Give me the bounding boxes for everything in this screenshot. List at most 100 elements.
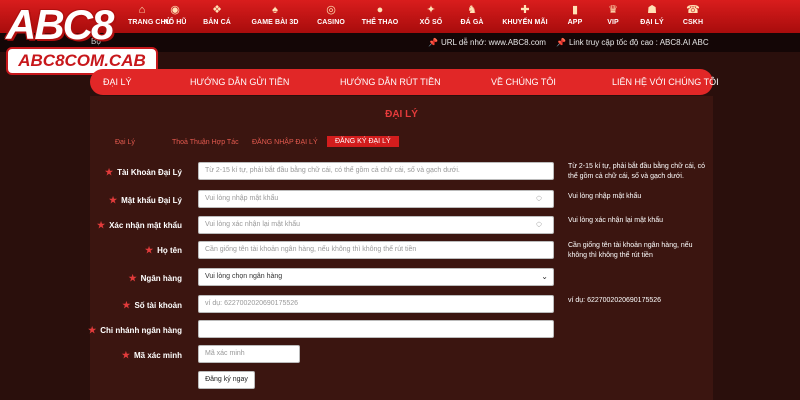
url-note: 📌 URL dễ nhớ: www.ABC8.com bbox=[428, 38, 546, 47]
home-icon: ⌂ bbox=[138, 4, 146, 16]
nav-label: TRANG CHỦ bbox=[128, 19, 171, 26]
password-placeholder: Vui lòng nhập mật khẩu bbox=[205, 195, 279, 202]
slot-icon: ◉ bbox=[170, 4, 180, 16]
nav-label: VIP bbox=[607, 19, 619, 26]
field-label-text: Tài Khoản Đại Lý bbox=[117, 168, 182, 177]
account-number-input[interactable]: ví dụ: 6227002020690175526 bbox=[198, 295, 554, 313]
pin-icon: 📌 bbox=[428, 38, 438, 47]
field-label-account-number: ★ Số tài khoản bbox=[122, 300, 182, 311]
nav-item-cskh[interactable]: ☎ CSKH bbox=[680, 3, 706, 31]
tab-ve-chung-toi[interactable]: VỀ CHÚNG TÔI bbox=[491, 77, 556, 87]
full-name-hint: Cần giống tên tài khoản ngân hàng, nếu k… bbox=[568, 242, 693, 259]
field-label-text: Họ tên bbox=[157, 246, 182, 255]
nav-label: XỔ SỐ bbox=[419, 19, 443, 26]
nav-item-game-bai[interactable]: ♠ GAME BÀI 3D bbox=[250, 3, 300, 31]
nav-label: KHUYẾN MÃI bbox=[502, 19, 548, 26]
field-label-text: Số tài khoản bbox=[134, 301, 182, 310]
eye-off-icon[interactable]: ◌ bbox=[536, 193, 548, 205]
confirm-password-hint: Vui lòng xác nhận lại mật khẩu bbox=[568, 217, 664, 224]
required-star-icon: ★ bbox=[145, 245, 154, 255]
required-star-icon: ★ bbox=[105, 167, 114, 177]
account-number-hint: ví dụ: 6227002020690175526 bbox=[568, 297, 662, 304]
field-label-confirm-password: ★ Xác nhận mật khẩu bbox=[97, 220, 182, 231]
nav-item-vip[interactable]: ♛ VIP bbox=[602, 3, 624, 31]
nav-item-app[interactable]: ▮ APP bbox=[564, 3, 586, 31]
nav-item-the-thao[interactable]: ● THỂ THAO bbox=[360, 3, 400, 31]
required-star-icon: ★ bbox=[121, 350, 130, 360]
nav-label: BẮN CÁ bbox=[203, 19, 231, 26]
main-tab-bar: ĐẠI LÝ HƯỚNG DẪN GỬI TIỀN HƯỚNG DẪN RÚT … bbox=[90, 69, 719, 95]
support-icon: ☎ bbox=[686, 4, 700, 16]
nav-label: NỔ HŨ bbox=[163, 19, 187, 26]
phone-icon: ▮ bbox=[571, 4, 579, 16]
lottery-icon: ✦ bbox=[426, 4, 436, 16]
bank-select[interactable]: Vui lòng chọn ngân hàng ⌄ bbox=[198, 268, 554, 286]
confirm-password-input[interactable]: Vui lòng xác nhận lại mật khẩu ◌ bbox=[198, 216, 554, 234]
nav-label: GAME BÀI 3D bbox=[251, 19, 299, 26]
required-star-icon: ★ bbox=[122, 300, 131, 310]
nav-item-no-hu[interactable]: ◉ NỔ HŨ bbox=[160, 3, 190, 31]
field-label-bank: ★ Ngân hàng bbox=[129, 273, 182, 284]
field-label-bank-branch: ★ Chi nhánh ngân hàng bbox=[88, 325, 182, 336]
bank-select-value: Vui lòng chọn ngân hàng bbox=[205, 273, 283, 280]
agent-account-input[interactable]: Từ 2-15 kí tự, phải bắt đầu bằng chữ cái… bbox=[198, 162, 554, 180]
full-name-input[interactable]: Cần giống tên tài khoản ngân hàng, nếu k… bbox=[198, 241, 554, 259]
field-label-captcha: ★ Mã xác minh bbox=[122, 350, 182, 361]
account-hint: Từ 2-15 kí tự, phải bắt đầu bằng chữ cái… bbox=[568, 163, 706, 180]
nav-label: APP bbox=[567, 19, 583, 26]
agent-panel: ĐẠI LÝ Đại Lý Thoả Thuận Hợp Tác ĐĂNG NH… bbox=[88, 96, 713, 400]
nav-label: THỂ THAO bbox=[361, 19, 399, 26]
nav-label: CSKH bbox=[682, 19, 704, 26]
ball-icon: ● bbox=[376, 4, 384, 16]
captcha-input[interactable]: Mã xác minh bbox=[198, 345, 300, 363]
chip-icon: ◎ bbox=[326, 4, 336, 16]
nav-label: ĐÁ GÀ bbox=[460, 19, 484, 26]
nav-item-home[interactable]: ⌂ TRANG CHỦ bbox=[128, 3, 171, 31]
register-button[interactable]: Đăng ký ngay bbox=[198, 371, 255, 389]
nav-label: ĐẠI LÝ bbox=[640, 19, 664, 26]
password-input[interactable]: Vui lòng nhập mật khẩu ◌ bbox=[198, 190, 554, 208]
field-label-text: Mật khẩu Đại Lý bbox=[121, 196, 182, 205]
field-label-text: Xác nhận mật khẩu bbox=[109, 221, 182, 230]
nav-item-xo-so[interactable]: ✦ XỔ SỐ bbox=[417, 3, 445, 31]
nav-item-ban-ca[interactable]: ❖ BẮN CÁ bbox=[200, 3, 234, 31]
field-label-account: ★ Tài Khoản Đại Lý bbox=[105, 167, 182, 178]
field-label-text: Mã xác minh bbox=[133, 351, 182, 360]
gift-icon: ✚ bbox=[520, 4, 530, 16]
nav-item-casino[interactable]: ◎ CASINO bbox=[314, 3, 348, 31]
field-label-full-name: ★ Họ tên bbox=[145, 245, 182, 256]
required-star-icon: ★ bbox=[128, 273, 137, 283]
tab-huong-dan-rut-tien[interactable]: HƯỚNG DẪN RÚT TIỀN bbox=[340, 77, 441, 87]
tab-huong-dan-gui-tien[interactable]: HƯỚNG DẪN GỬI TIỀN bbox=[190, 77, 289, 87]
field-label-text: Chi nhánh ngân hàng bbox=[100, 326, 182, 335]
nav-item-khuyen-mai[interactable]: ✚ KHUYẾN MÃI bbox=[502, 3, 548, 31]
fish-icon: ❖ bbox=[212, 4, 222, 16]
nav-item-da-ga[interactable]: ♞ ĐÁ GÀ bbox=[459, 3, 485, 31]
eye-off-icon[interactable]: ◌ bbox=[536, 219, 548, 231]
fast-link-text: Link truy cập tốc độ cao : ABC8.AI ABC bbox=[568, 38, 709, 47]
rooster-icon: ♞ bbox=[467, 4, 477, 16]
password-hint: Vui lòng nhập mật khẩu bbox=[568, 193, 642, 200]
required-star-icon: ★ bbox=[109, 195, 118, 205]
subtab-dang-nhap[interactable]: ĐĂNG NHẬP ĐẠI LÝ bbox=[252, 139, 318, 146]
subtab-dai-ly[interactable]: Đại Lý bbox=[115, 139, 135, 146]
field-label-password: ★ Mật khẩu Đại Lý bbox=[109, 195, 182, 206]
chevron-down-icon: ⌄ bbox=[541, 272, 548, 281]
crown-icon: ♛ bbox=[608, 4, 618, 16]
confirm-password-placeholder: Vui lòng xác nhận lại mật khẩu bbox=[205, 221, 301, 228]
tab-dai-ly[interactable]: ĐẠI LÝ bbox=[103, 77, 132, 87]
agent-icon: ☗ bbox=[647, 4, 657, 16]
url-note-text: URL dễ nhớ: www.ABC8.com bbox=[440, 38, 546, 47]
required-star-icon: ★ bbox=[88, 325, 97, 335]
bank-branch-input[interactable] bbox=[198, 320, 554, 338]
subtab-dang-ky[interactable]: ĐĂNG KÝ ĐẠI LÝ bbox=[327, 136, 399, 147]
subtab-thoa-thuan[interactable]: Thoả Thuận Hợp Tác bbox=[172, 139, 239, 146]
nav-item-dai-ly[interactable]: ☗ ĐẠI LÝ bbox=[638, 3, 666, 31]
pin-icon: 📌 bbox=[556, 38, 566, 47]
required-star-icon: ★ bbox=[97, 220, 106, 230]
top-nav: ⌂ TRANG CHỦ ◉ NỔ HŨ ❖ BẮN CÁ ♠ GAME BÀI … bbox=[0, 0, 800, 33]
cards-icon: ♠ bbox=[272, 4, 278, 16]
fast-link-note: 📌 Link truy cập tốc độ cao : ABC8.AI ABC bbox=[556, 38, 709, 47]
logo[interactable]: ABC8 bbox=[6, 4, 114, 46]
tab-lien-he[interactable]: LIÊN HỆ VỚI CHÚNG TÔI bbox=[612, 77, 719, 87]
